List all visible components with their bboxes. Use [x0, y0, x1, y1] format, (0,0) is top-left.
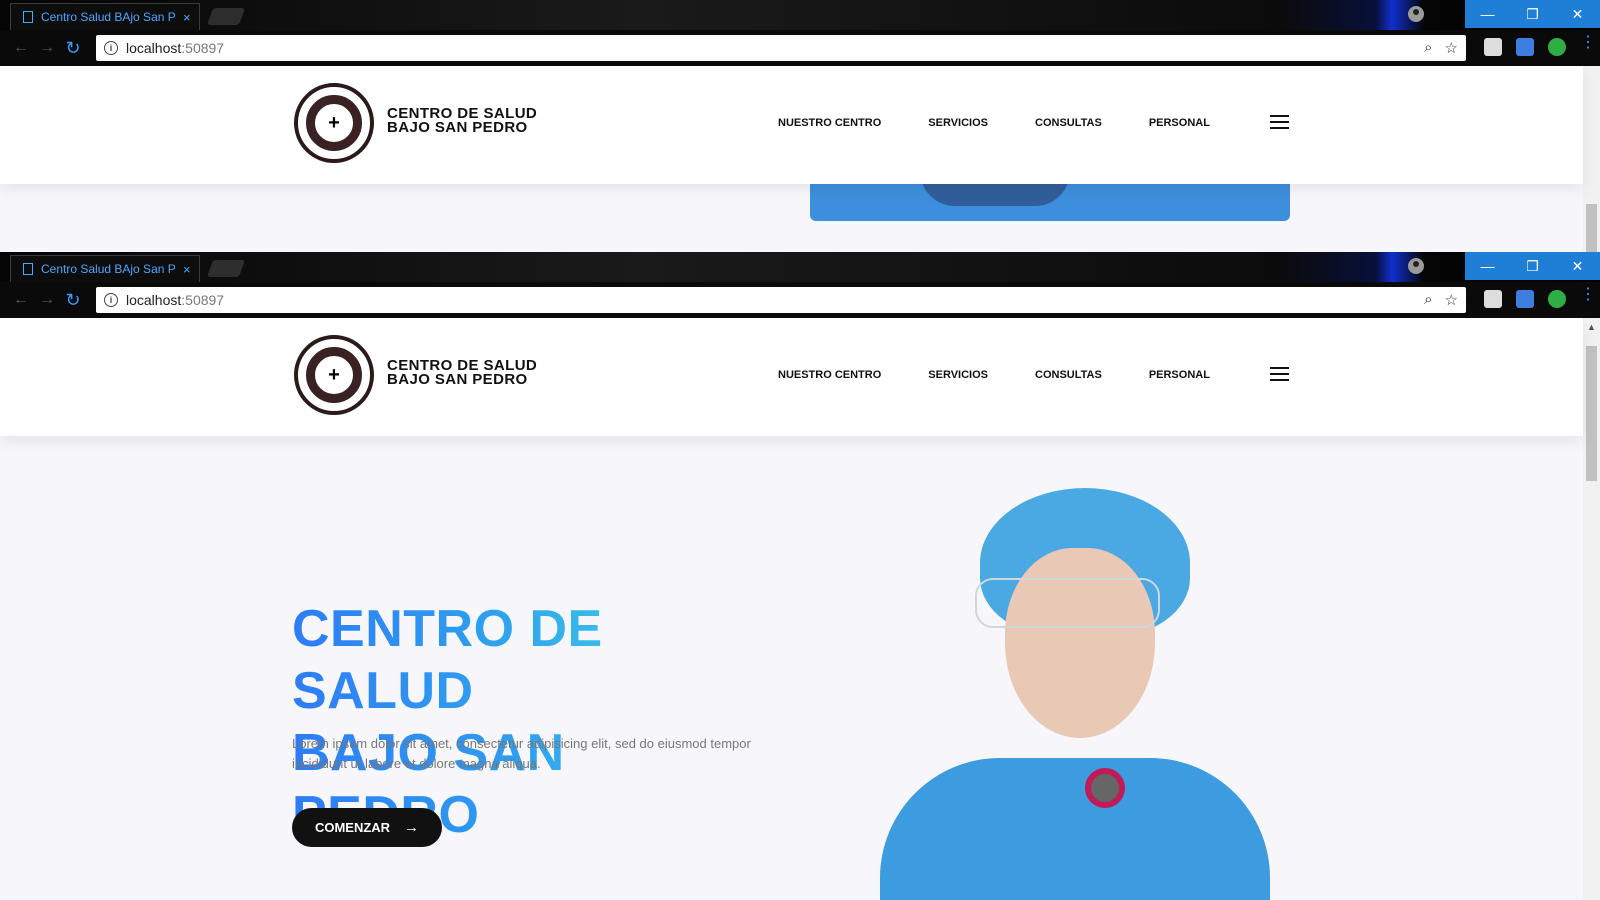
new-tab-button[interactable] — [206, 8, 246, 25]
site-header: CENTRO DE SALUD BAJO SAN PEDRO NUESTRO C… — [0, 318, 1583, 436]
document-icon — [23, 263, 33, 275]
document-icon — [23, 11, 33, 23]
nav-servicios[interactable]: SERVICIOS — [928, 117, 988, 129]
nav-servicios[interactable]: SERVICIOS — [928, 369, 988, 381]
url-host: localhost — [126, 40, 182, 56]
minimize-button[interactable]: — — [1465, 0, 1510, 28]
cta-label: COMENZAR — [314, 820, 391, 835]
new-tab-button[interactable] — [206, 260, 246, 277]
tab-title: Centro Salud BAjo San Pe — [41, 10, 175, 24]
page-viewport: CENTRO DE SALUD BAJO SAN PEDRO NUESTRO C… — [0, 318, 1600, 900]
back-icon[interactable]: ← — [8, 291, 34, 309]
scroll-thumb[interactable] — [1586, 346, 1597, 481]
page-viewport: CENTRO DE SALUD BAJO SAN PEDRO NUESTRO C… — [0, 66, 1600, 252]
scrollbar[interactable]: ▲ — [1583, 318, 1600, 900]
translate-icon[interactable] — [1516, 290, 1534, 308]
brand-line-2: BAJO SAN PEDRO — [387, 119, 528, 136]
nav-personal[interactable]: PERSONAL — [1149, 117, 1210, 129]
brand-name[interactable]: CENTRO DE SALUD BAJO SAN PEDRO — [387, 106, 537, 136]
browser-window-2: Centro Salud BAjo San Pe × — ❐ ✕ ← → ↻ i… — [0, 252, 1600, 900]
restore-button[interactable]: ❐ — [1510, 252, 1555, 280]
scroll-up-icon[interactable]: ▲ — [1583, 322, 1600, 332]
back-icon[interactable]: ← — [8, 39, 34, 57]
browser-tab[interactable]: Centro Salud BAjo San Pe × — [10, 255, 200, 282]
nav-personal[interactable]: PERSONAL — [1149, 369, 1210, 381]
scrollbar[interactable] — [1583, 66, 1600, 252]
bookmark-star-icon[interactable]: ☆ — [1445, 291, 1458, 309]
forward-icon[interactable]: → — [34, 291, 60, 309]
reload-icon[interactable]: ↻ — [60, 38, 86, 59]
site-header: CENTRO DE SALUD BAJO SAN PEDRO NUESTRO C… — [0, 66, 1583, 184]
browser-tab[interactable]: Centro Salud BAjo San Pe × — [10, 3, 200, 30]
browser-window-1: Centro Salud BAjo San Pe × — ❐ ✕ ← → ↻ i… — [0, 0, 1600, 252]
hamburger-menu-icon[interactable] — [1270, 115, 1289, 133]
nav-nuestro-centro[interactable]: NUESTRO CENTRO — [778, 369, 881, 381]
brand-line-2: BAJO SAN PEDRO — [387, 371, 528, 388]
title-bar: Centro Salud BAjo San Pe × — ❐ ✕ — [0, 252, 1600, 282]
close-window-button[interactable]: ✕ — [1555, 0, 1600, 28]
info-icon[interactable]: i — [104, 41, 118, 55]
stethoscope-icon — [1085, 768, 1125, 808]
address-bar[interactable]: i localhost:50897 ⌕ ☆ — [96, 287, 1466, 313]
main-nav: NUESTRO CENTRO SERVICIOS CONSULTAS PERSO… — [778, 369, 1257, 381]
zoom-icon[interactable]: ⌕ — [1424, 39, 1432, 57]
extension-puzzle-icon[interactable] — [1484, 38, 1502, 56]
check-extension-icon[interactable] — [1548, 38, 1566, 56]
restore-button[interactable]: ❐ — [1510, 0, 1555, 28]
browser-menu-icon[interactable]: ⋮ — [1580, 287, 1596, 308]
comenzar-button[interactable]: COMENZAR → — [292, 808, 442, 847]
minimize-button[interactable]: — — [1465, 252, 1510, 280]
tab-title: Centro Salud BAjo San Pe — [41, 262, 175, 276]
extension-puzzle-icon[interactable] — [1484, 290, 1502, 308]
hero-description: Lorem ipsum dolor sit amet, consectetur … — [292, 736, 751, 771]
zoom-icon[interactable]: ⌕ — [1424, 291, 1432, 309]
bookmark-star-icon[interactable]: ☆ — [1445, 39, 1458, 57]
title-bar: Centro Salud BAjo San Pe × — ❐ ✕ — [0, 0, 1600, 30]
tab-close-icon[interactable]: × — [183, 10, 191, 25]
url-host: localhost — [126, 292, 182, 308]
nurse-image — [880, 488, 1270, 900]
translate-icon[interactable] — [1516, 38, 1534, 56]
close-window-button[interactable]: ✕ — [1555, 252, 1600, 280]
scroll-thumb[interactable] — [1586, 204, 1597, 252]
browser-toolbar: ← → ↻ i localhost:50897 ⌕ ☆ ⋮ — [0, 282, 1600, 318]
profile-icon[interactable] — [1408, 258, 1424, 274]
check-extension-icon[interactable] — [1548, 290, 1566, 308]
info-icon[interactable]: i — [104, 293, 118, 307]
url-port: :50897 — [181, 40, 225, 56]
hero-title-line-1: CENTRO DE SALUD — [292, 598, 762, 722]
site-logo[interactable] — [294, 83, 374, 163]
reload-icon[interactable]: ↻ — [60, 290, 86, 311]
tab-close-icon[interactable]: × — [183, 262, 191, 277]
brand-name[interactable]: CENTRO DE SALUD BAJO SAN PEDRO — [387, 358, 537, 388]
nav-consultas[interactable]: CONSULTAS — [1035, 117, 1102, 129]
nav-nuestro-centro[interactable]: NUESTRO CENTRO — [778, 117, 881, 129]
profile-icon[interactable] — [1408, 6, 1424, 22]
address-bar[interactable]: i localhost:50897 ⌕ ☆ — [96, 35, 1466, 61]
arrow-right-icon: → — [404, 819, 420, 836]
hamburger-menu-icon[interactable] — [1270, 367, 1289, 385]
url-port: :50897 — [181, 292, 225, 308]
forward-icon[interactable]: → — [34, 39, 60, 57]
nav-consultas[interactable]: CONSULTAS — [1035, 369, 1102, 381]
browser-menu-icon[interactable]: ⋮ — [1580, 35, 1596, 56]
browser-toolbar: ← → ↻ i localhost:50897 ⌕ ☆ ⋮ — [0, 30, 1600, 66]
site-logo[interactable] — [294, 335, 374, 415]
main-nav: NUESTRO CENTRO SERVICIOS CONSULTAS PERSO… — [778, 117, 1257, 129]
